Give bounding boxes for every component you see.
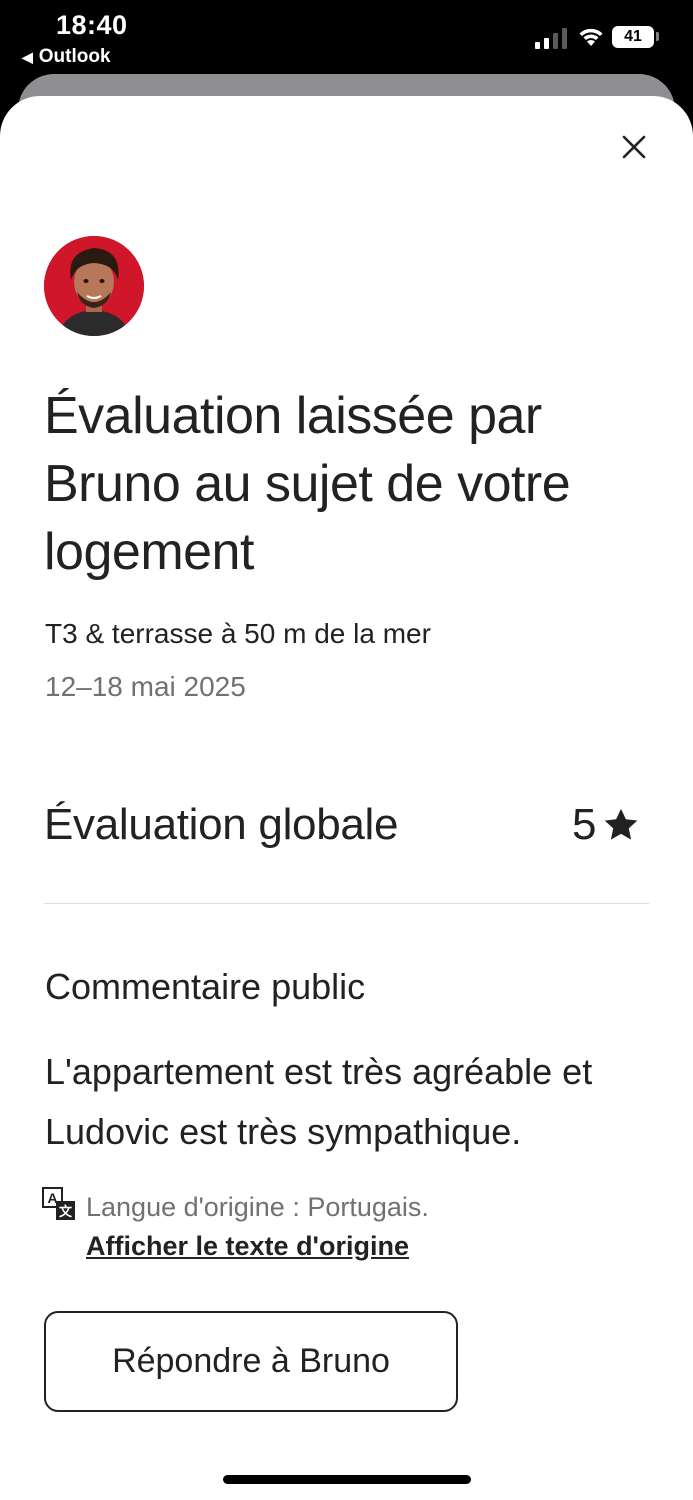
divider — [44, 903, 649, 904]
back-app-label: Outlook — [38, 46, 111, 67]
status-bar: 18:40 ◀ Outlook 41 — [0, 0, 693, 74]
public-comment: L'appartement est très agréable et Ludov… — [45, 1051, 593, 1152]
original-language-note: Langue d'origine : Portugais. — [86, 1192, 429, 1222]
back-to-app-link[interactable]: ◀ Outlook — [22, 46, 111, 68]
wifi-icon — [579, 28, 603, 46]
reply-button[interactable]: Répondre à Bruno — [44, 1311, 458, 1412]
home-indicator[interactable] — [223, 1475, 471, 1484]
battery-icon: 41 — [612, 26, 654, 48]
overall-rating-value: 5 — [572, 800, 597, 849]
close-icon — [622, 135, 646, 159]
avatar-image — [44, 236, 144, 336]
battery-cap — [656, 32, 659, 41]
svg-text:文: 文 — [59, 1204, 73, 1219]
signal-icon — [535, 28, 567, 49]
star-icon — [605, 808, 638, 840]
status-time: 18:40 — [56, 10, 128, 40]
translate-icon: A 文 — [42, 1187, 75, 1220]
show-original-text-link[interactable]: Afficher le texte d'origine — [86, 1231, 409, 1262]
close-button[interactable] — [614, 127, 654, 167]
stay-dates: 12–18 mai 2025 — [45, 671, 246, 702]
comment-heading: Commentaire public — [45, 966, 366, 1007]
page-title: Évaluation laissée par Bruno au sujet de… — [44, 387, 571, 581]
overall-rating-label: Évaluation globale — [44, 800, 399, 849]
avatar — [44, 236, 144, 336]
back-arrow-icon: ◀ — [22, 48, 33, 65]
overall-rating: 5 — [572, 800, 640, 850]
listing-name: T3 & terrasse à 50 m de la mer — [45, 618, 431, 649]
